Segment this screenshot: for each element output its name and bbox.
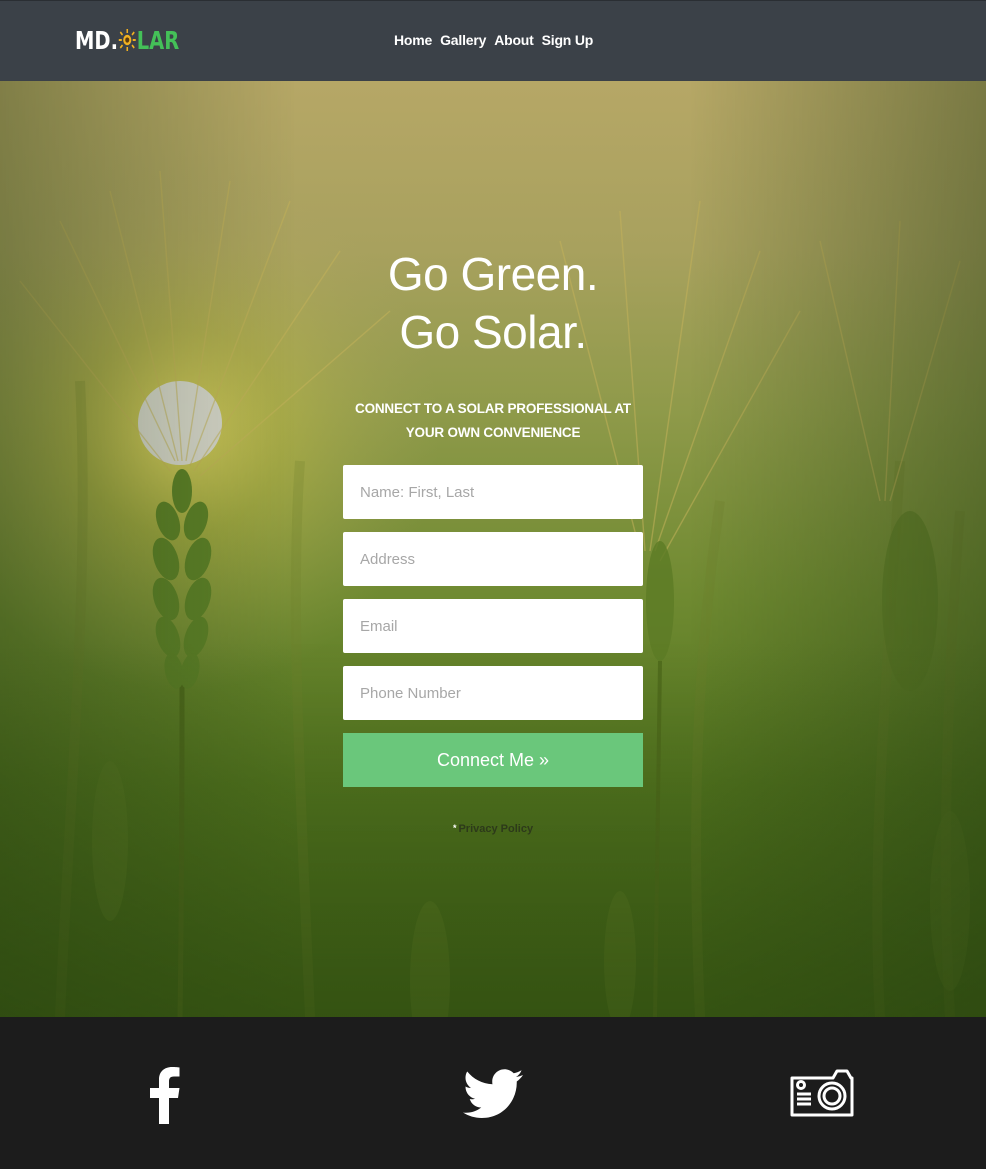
privacy-note: * Privacy Policy: [0, 823, 986, 835]
site-footer: [0, 1017, 986, 1169]
logo-prefix: MD.: [75, 25, 119, 55]
address-input[interactable]: [343, 532, 643, 586]
facebook-icon[interactable]: [148, 1066, 180, 1129]
nav-gallery[interactable]: Gallery: [440, 32, 486, 48]
sun-icon: [118, 29, 136, 51]
privacy-marker: *: [452, 823, 457, 833]
phone-input[interactable]: [343, 666, 643, 720]
hero-subhead: CONNECT TO A SOLAR PROFESSIONAL AT YOUR …: [343, 397, 643, 445]
site-header: MD. S LAR Home Gallery About Sign Up: [0, 0, 986, 81]
headline-line-1: Go Green.: [387, 248, 599, 300]
name-input[interactable]: [343, 465, 643, 519]
camera-icon[interactable]: [789, 1068, 855, 1123]
connect-me-button[interactable]: Connect Me »: [343, 733, 643, 787]
hero-headline: Go Green. Go Solar.: [0, 245, 986, 361]
privacy-policy-link[interactable]: Privacy Policy: [458, 823, 533, 835]
main-nav: Home Gallery About Sign Up: [394, 32, 593, 48]
logo[interactable]: MD. S LAR: [75, 25, 179, 55]
email-input[interactable]: [343, 599, 643, 653]
logo-suffix: LAR: [136, 25, 180, 55]
twitter-icon[interactable]: [462, 1069, 524, 1124]
hero-section: Go Green. Go Solar. CONNECT TO A SOLAR P…: [0, 81, 986, 1017]
subhead-line-2: YOUR OWN CONVENIENCE: [405, 425, 581, 440]
headline-line-2: Go Solar.: [399, 306, 587, 358]
nav-home[interactable]: Home: [394, 32, 432, 48]
subhead-line-1: CONNECT TO A SOLAR PROFESSIONAL AT: [355, 401, 631, 416]
nav-about[interactable]: About: [494, 32, 534, 48]
nav-sign-up[interactable]: Sign Up: [542, 32, 594, 48]
